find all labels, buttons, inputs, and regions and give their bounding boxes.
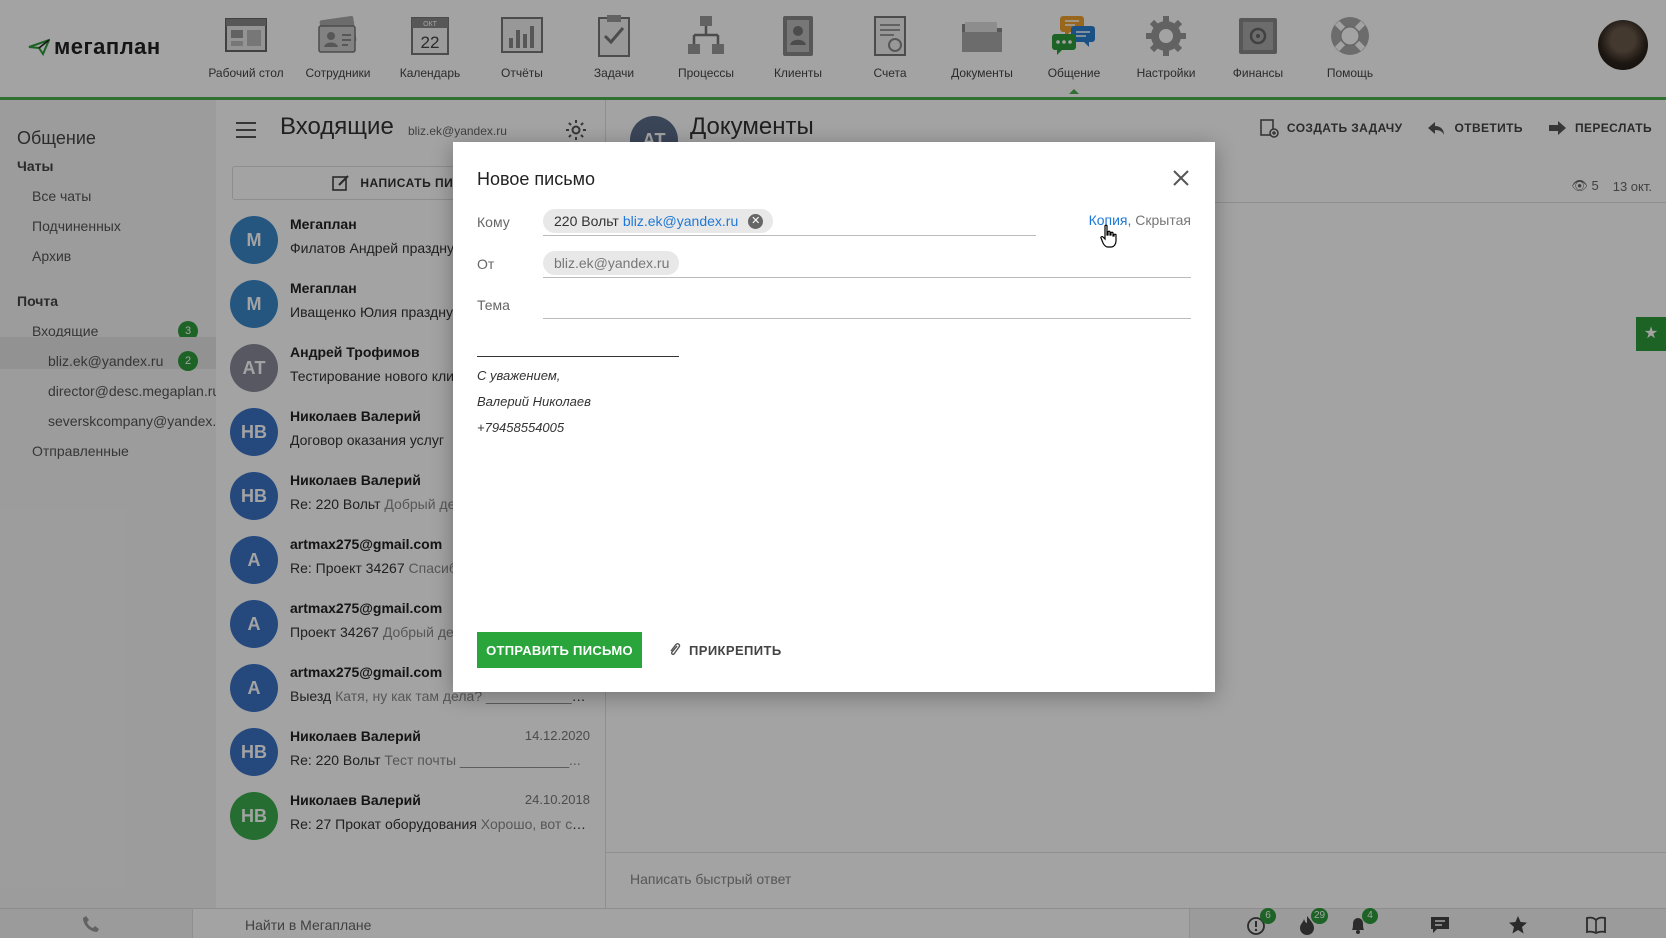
close-icon[interactable] [1171, 168, 1191, 188]
from-chip[interactable]: bliz.ek@yandex.ru [543, 251, 680, 275]
to-field-underline [543, 235, 1036, 236]
hand-cursor-icon [1100, 224, 1118, 248]
from-label: От [477, 256, 495, 272]
subject-label: Тема [477, 297, 510, 313]
attach-button[interactable]: ПРИКРЕПИТЬ [669, 632, 782, 668]
subject-input[interactable] [543, 292, 1191, 318]
email-body-editor[interactable] [477, 342, 1191, 612]
recipient-name: 220 Вольт [554, 213, 619, 229]
from-field-underline [543, 277, 1191, 278]
attach-label: ПРИКРЕПИТЬ [689, 642, 782, 658]
send-email-button[interactable]: ОТПРАВИТЬ ПИСЬМО [477, 632, 642, 668]
to-label: Кому [477, 214, 510, 230]
from-email: bliz.ek@yandex.ru [554, 255, 670, 271]
new-email-dialog: Новое письмо Кому 220 Вольт bliz.ek@yand… [453, 142, 1215, 692]
recipient-email: bliz.ek@yandex.ru [622, 213, 739, 229]
subject-field-underline [543, 318, 1191, 319]
paperclip-icon [670, 643, 681, 656]
recipient-chip[interactable]: 220 Вольт bliz.ek@yandex.ru ✕ [543, 209, 774, 233]
bcc-link[interactable]: Скрытая [1135, 212, 1191, 228]
dialog-title: Новое письмо [477, 169, 595, 189]
remove-recipient-icon[interactable]: ✕ [748, 213, 764, 229]
